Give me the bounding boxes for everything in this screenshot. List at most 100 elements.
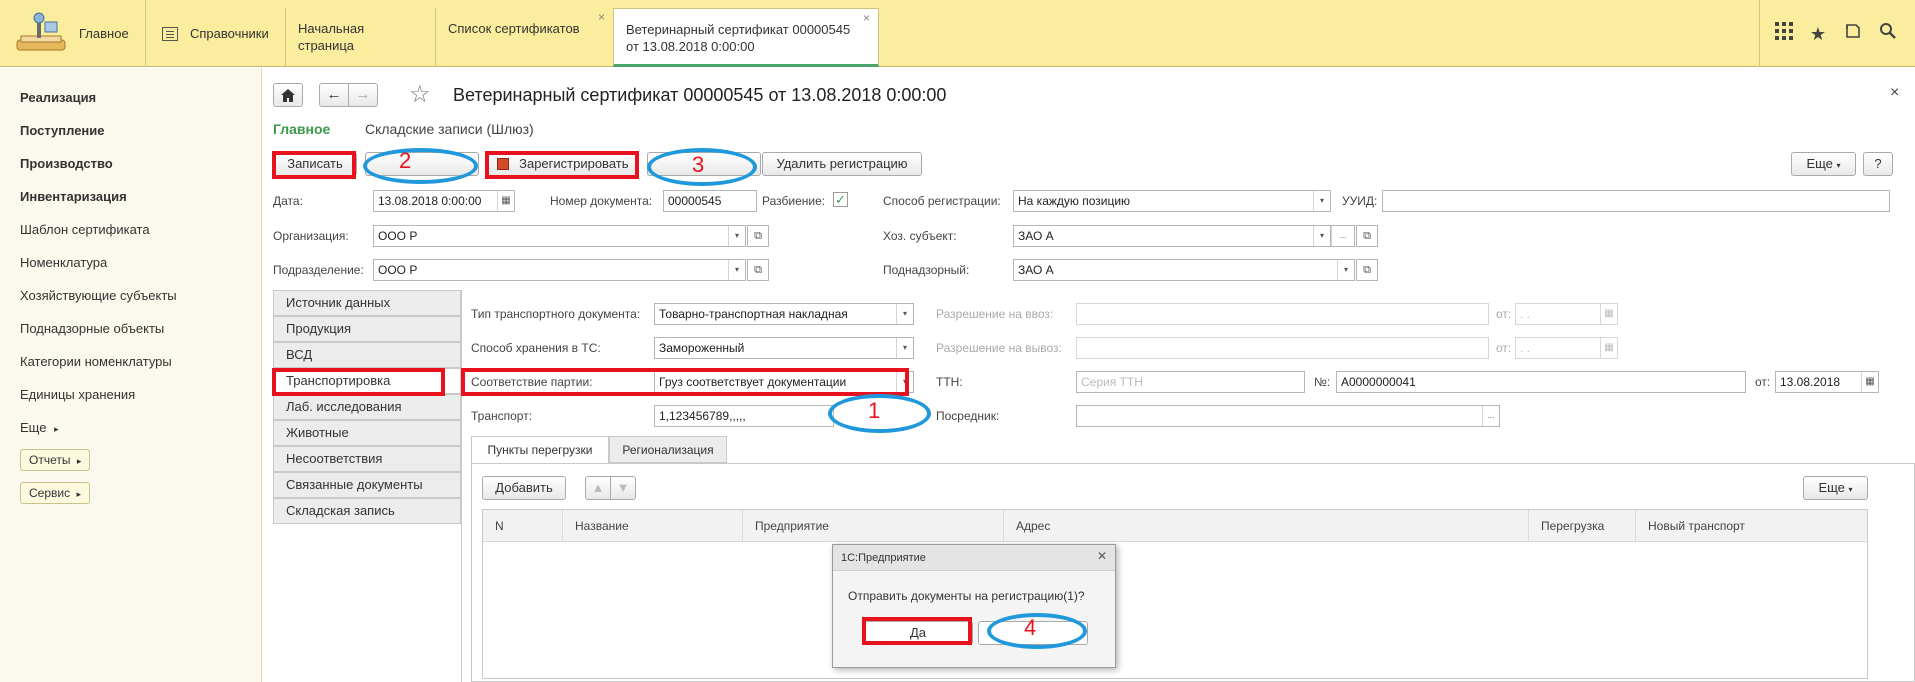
storage-field[interactable]: Замороженный ▾ (654, 337, 914, 359)
tab-data-source[interactable]: Источник данных (273, 290, 461, 316)
add-button[interactable]: Добавить (482, 476, 566, 500)
docnum-field[interactable]: 00000545 (663, 190, 757, 212)
col-new-transport[interactable]: Новый транспорт (1636, 510, 1867, 542)
move-up-button[interactable]: ▲ (585, 476, 611, 500)
tab-certificate-list[interactable]: Список сертификатов × (435, 8, 613, 67)
ellipsis-icon[interactable]: ... (1482, 406, 1499, 426)
ttn-no-field[interactable]: А0000000041 (1336, 371, 1746, 393)
home-button[interactable] (273, 83, 303, 107)
tab-warehouse-record[interactable]: Складская запись (273, 498, 461, 524)
forward-button[interactable]: → (348, 83, 378, 107)
back-button[interactable]: ← (319, 83, 349, 107)
chevron-down-icon[interactable]: ▾ (1313, 191, 1330, 211)
open-link-icon[interactable]: ⧉ (1356, 225, 1378, 247)
chevron-down-icon[interactable]: ▾ (1337, 260, 1354, 280)
transshipment-grid: N Название Предприятие Адрес Перегрузка … (482, 509, 1868, 679)
tab-lab-research[interactable]: Лаб. исследования (273, 394, 461, 420)
ttn-label: ТТН: (936, 375, 963, 389)
dialog-title: 1С:Предприятие (833, 545, 1115, 571)
help-button[interactable]: ? (1863, 152, 1893, 176)
star-icon[interactable]: ★ (1806, 22, 1830, 46)
doc-type-field[interactable]: Товарно-транспортная накладная ▾ (654, 303, 914, 325)
uuid-field[interactable] (1382, 190, 1890, 212)
subject-field[interactable]: ЗАО А ▾ ... (1013, 225, 1355, 247)
open-link-icon[interactable]: ⧉ (747, 259, 769, 281)
chevron-down-icon[interactable]: ▾ (728, 260, 745, 280)
sidebar-item-entities[interactable]: Хозяйствующие субъекты (20, 288, 177, 303)
ttn-date-field[interactable]: 13.08.2018 ▦ (1775, 371, 1879, 393)
nav-warehouse-records[interactable]: Складские записи (Шлюз) (365, 121, 534, 137)
tab-animals[interactable]: Животные (273, 420, 461, 446)
division-field[interactable]: ООО Р ▾ (373, 259, 746, 281)
tab-nonconformities[interactable]: Несоответствия (273, 446, 461, 472)
ttn-no-label: №: (1314, 375, 1331, 389)
chevron-right-icon: ▸ (76, 456, 82, 466)
chevron-down-icon[interactable]: ▾ (1313, 226, 1331, 246)
sidebar-item-receipts[interactable]: Поступление (20, 123, 105, 138)
col-transshipment[interactable]: Перегрузка (1529, 510, 1636, 542)
calendar-icon[interactable]: ▦ (1861, 372, 1878, 392)
sidebar-item-more[interactable]: Еще ▸ (20, 420, 59, 435)
subtab-transshipment[interactable]: Пункты перегрузки (471, 436, 609, 464)
regmethod-field[interactable]: На каждую позицию ▾ (1013, 190, 1331, 212)
open-link-icon[interactable]: ⧉ (1356, 259, 1378, 281)
sidebar-item-cert-template[interactable]: Шаблон сертификата (20, 222, 150, 237)
arrow-left-icon: ← (326, 86, 342, 103)
chevron-down-icon[interactable]: ▾ (896, 304, 913, 324)
col-name[interactable]: Название (563, 510, 743, 542)
calendar-icon[interactable]: ▦ (497, 191, 514, 211)
delete-registration-label: Удалить регистрацию (776, 156, 908, 171)
close-icon[interactable]: × (598, 9, 605, 26)
ttn-series-field[interactable]: Серия ТТН (1076, 371, 1305, 393)
section-references[interactable]: Справочники (145, 0, 283, 67)
nav-main[interactable]: Главное (273, 121, 330, 137)
ellipsis-icon[interactable]: ... (1331, 226, 1354, 246)
tab-vsd[interactable]: ВСД (273, 342, 461, 368)
tab-products[interactable]: Продукция (273, 316, 461, 342)
page-title: Ветеринарный сертификат 00000545 от 13.0… (453, 85, 947, 105)
org-field[interactable]: ООО Р ▾ (373, 225, 746, 247)
col-address[interactable]: Адрес (1004, 510, 1529, 542)
section-main[interactable]: Главное (0, 0, 145, 67)
search-icon[interactable] (1876, 22, 1900, 46)
sidebar-item-units[interactable]: Единицы хранения (20, 387, 135, 402)
col-enterprise[interactable]: Предприятие (743, 510, 1004, 542)
close-icon[interactable]: ✕ (1097, 549, 1107, 563)
history-icon[interactable] (1841, 22, 1865, 46)
chevron-down-icon[interactable]: ▾ (896, 338, 913, 358)
more-button[interactable]: Еще ▾ (1791, 152, 1856, 176)
col-n[interactable]: N (483, 510, 563, 542)
tab-home-page[interactable]: Начальная страница (285, 8, 435, 67)
close-icon[interactable]: × (1890, 84, 1899, 102)
apps-grid-icon[interactable] (1772, 22, 1796, 46)
open-link-icon[interactable]: ⧉ (747, 225, 769, 247)
reports-label: Отчеты (29, 453, 71, 467)
tab-related-docs[interactable]: Связанные документы (273, 472, 461, 498)
sidebar-item-supervised[interactable]: Поднадзорные объекты (20, 321, 164, 336)
highlight-box (461, 368, 909, 396)
transshipment-panel: Добавить ▲ ▼ Еще ▾ N Название Предприяти… (471, 463, 1915, 682)
subtab-regionalization[interactable]: Регионализация (609, 436, 727, 463)
grid-more-button[interactable]: Еще ▾ (1803, 476, 1868, 500)
favorite-star-icon[interactable]: ☆ (409, 80, 431, 109)
move-down-button[interactable]: ▼ (610, 476, 636, 500)
service-button[interactable]: Сервис ▸ (20, 482, 90, 504)
tab-vet-certificate[interactable]: Ветеринарный сертификат 00000545 от 13.0… (613, 8, 879, 67)
arrow-down-icon: ▼ (616, 480, 630, 495)
date-label: Дата: (273, 194, 303, 208)
sidebar-item-sales[interactable]: Реализация (20, 90, 96, 105)
date-value: 13.08.2018 0:00:00 (378, 194, 482, 208)
sidebar-item-nomenclature[interactable]: Номенклатура (20, 255, 107, 270)
close-icon[interactable]: × (863, 10, 870, 27)
split-checkbox[interactable]: ✓ (833, 192, 848, 207)
date-field[interactable]: 13.08.2018 0:00:00 ▦ (373, 190, 515, 212)
vehicle-field[interactable]: 1,123456789,,,,, (654, 405, 834, 427)
delete-registration-button[interactable]: Удалить регистрацию (762, 152, 922, 176)
sidebar-item-production[interactable]: Производство (20, 156, 113, 171)
sidebar-item-inventory[interactable]: Инвентаризация (20, 189, 127, 204)
chevron-down-icon[interactable]: ▾ (728, 226, 745, 246)
intermediary-field[interactable]: ... (1076, 405, 1500, 427)
reports-button[interactable]: Отчеты ▸ (20, 449, 91, 471)
sidebar-item-categories[interactable]: Категории номенклатуры (20, 354, 172, 369)
supervised-field[interactable]: ЗАО А ▾ (1013, 259, 1355, 281)
